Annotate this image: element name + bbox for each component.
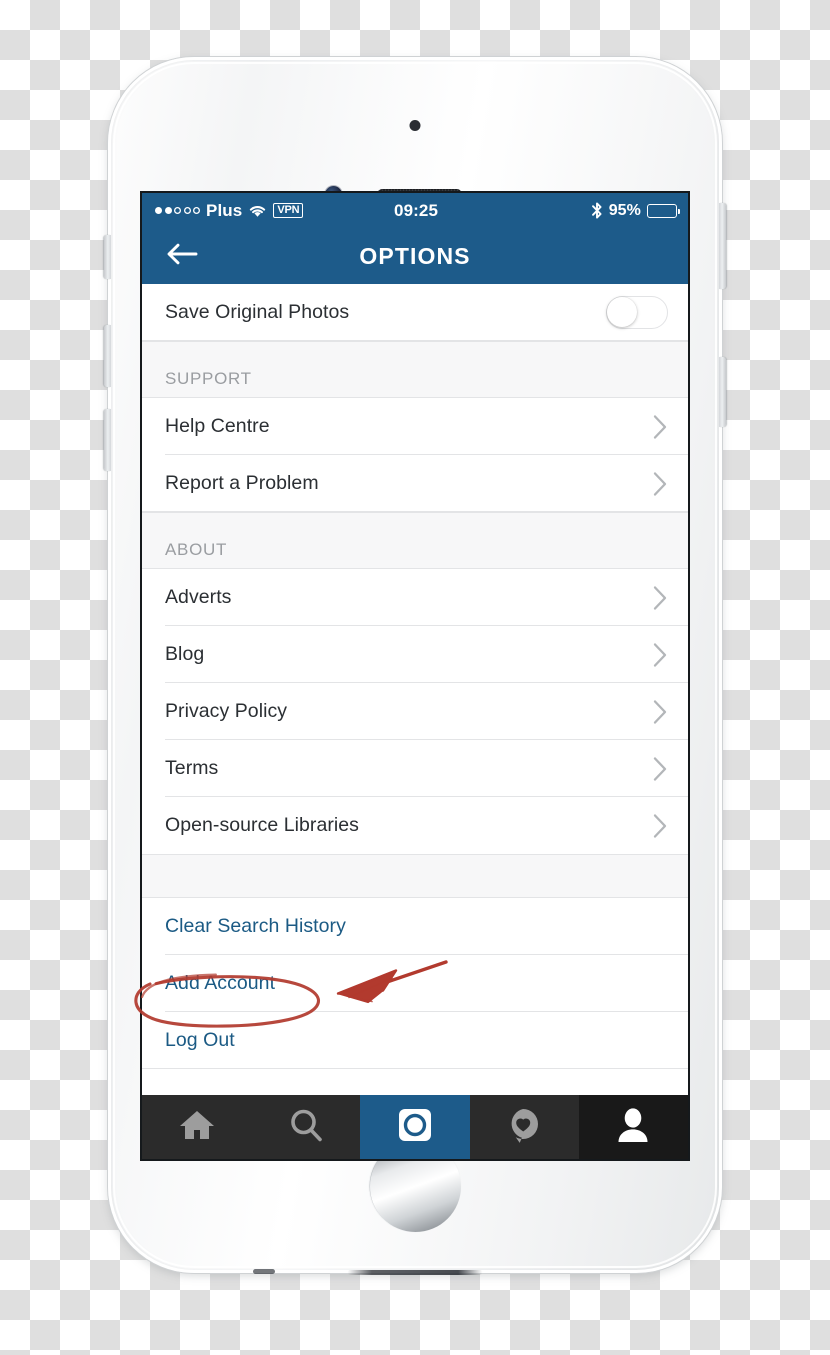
- row-label: Terms: [165, 757, 219, 779]
- row-label: Log Out: [165, 1029, 235, 1051]
- arrow-left-icon: [166, 242, 198, 271]
- row-label: Clear Search History: [165, 915, 346, 937]
- status-bar-clock: 09:25: [394, 200, 438, 220]
- battery-percentage: 95%: [608, 201, 642, 219]
- chevron-right-icon: [652, 813, 668, 839]
- back-button[interactable]: [162, 239, 202, 273]
- carrier-name: Plus: [206, 200, 243, 220]
- tab-profile[interactable]: [578, 1095, 688, 1159]
- section-header-support: SUPPORT: [142, 341, 688, 398]
- camera-icon: [395, 1105, 435, 1150]
- row-add-account[interactable]: Add Account: [142, 955, 688, 1012]
- tab-camera[interactable]: [360, 1095, 470, 1159]
- row-save-original-photos[interactable]: Save Original Photos: [142, 284, 688, 341]
- row-label: Save Original Photos: [165, 301, 350, 323]
- headphone-jack: [253, 1269, 275, 1274]
- chevron-right-icon: [652, 414, 668, 440]
- section-header-about: ABOUT: [142, 512, 688, 569]
- sim-tray-slot: [719, 357, 726, 427]
- chevron-right-icon: [652, 756, 668, 782]
- row-label: Adverts: [165, 586, 232, 608]
- bluetooth-icon: [591, 201, 603, 220]
- toggle-knob: [607, 297, 637, 327]
- row-label: Privacy Policy: [165, 700, 288, 722]
- save-original-photos-toggle[interactable]: [606, 296, 668, 329]
- person-icon: [615, 1106, 651, 1149]
- navigation-bar: OPTIONS: [142, 228, 688, 284]
- row-label: Blog: [165, 643, 205, 665]
- row-open-source-libraries[interactable]: Open-source Libraries: [142, 797, 688, 854]
- bottom-tab-bar[interactable]: [142, 1095, 688, 1159]
- row-label: Open-source Libraries: [165, 814, 359, 836]
- volume-up-button[interactable]: [104, 325, 111, 387]
- signal-strength-icon: [155, 207, 200, 214]
- row-label: Help Centre: [165, 415, 270, 437]
- row-report-a-problem[interactable]: Report a Problem: [142, 455, 688, 512]
- row-terms[interactable]: Terms: [142, 740, 688, 797]
- volume-down-button[interactable]: [104, 409, 111, 471]
- vpn-badge: VPN: [273, 202, 304, 219]
- wifi-icon: [248, 204, 267, 218]
- row-adverts[interactable]: Adverts: [142, 569, 688, 626]
- row-log-out[interactable]: Log Out: [142, 1012, 688, 1069]
- tab-activity[interactable]: [469, 1095, 579, 1159]
- chevron-right-icon: [652, 642, 668, 668]
- proximity-sensor-icon: [409, 120, 421, 131]
- row-label: Add Account: [165, 972, 276, 994]
- chevron-right-icon: [652, 471, 668, 497]
- status-bar: Plus VPN 09:25 95%: [142, 193, 688, 228]
- settings-list[interactable]: Save Original Photos SUPPORT Help Centre…: [142, 284, 688, 1095]
- row-help-centre[interactable]: Help Centre: [142, 398, 688, 455]
- phone-screen: Plus VPN 09:25 95% OPTIONS Save Original…: [142, 193, 688, 1159]
- tab-home[interactable]: [142, 1095, 252, 1159]
- tab-search[interactable]: [251, 1095, 361, 1159]
- power-button[interactable]: [719, 203, 726, 289]
- silent-switch-button[interactable]: [104, 235, 111, 279]
- row-privacy-policy[interactable]: Privacy Policy: [142, 683, 688, 740]
- section-gap: [142, 854, 688, 898]
- row-label: Report a Problem: [165, 472, 319, 494]
- row-clear-search-history[interactable]: Clear Search History: [142, 898, 688, 955]
- page-title: OPTIONS: [359, 242, 471, 269]
- chevron-right-icon: [652, 699, 668, 725]
- status-bar-right: 95%: [438, 201, 681, 220]
- battery-full-icon: [647, 203, 681, 218]
- heart-bubble-icon: [505, 1106, 543, 1149]
- status-bar-left: Plus VPN: [155, 201, 394, 221]
- bottom-speaker-grill: [347, 1270, 483, 1275]
- home-icon: [178, 1107, 216, 1148]
- row-blog[interactable]: Blog: [142, 626, 688, 683]
- search-icon: [288, 1107, 324, 1148]
- chevron-right-icon: [652, 585, 668, 611]
